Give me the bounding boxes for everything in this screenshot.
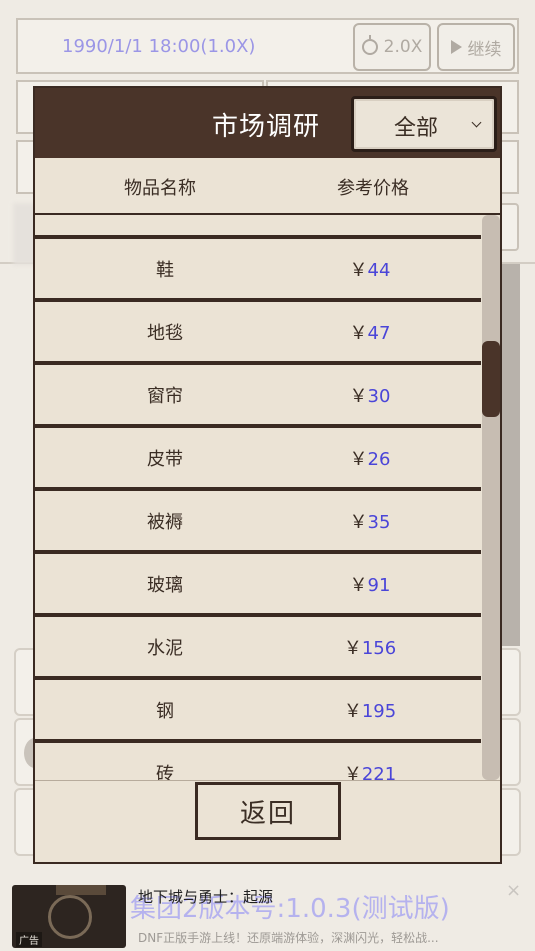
datetime-text: 1990/1/1 18:00(1.0X) [62,36,256,57]
ad-title[interactable]: 地下城与勇士：起源 [138,886,273,907]
ad-description[interactable]: DNF正版手游上线！还原端游体验，深渊闪光，轻松战... [138,929,439,946]
currency-symbol: ￥ [349,260,368,281]
dialog-title: 市场调研 [212,112,321,142]
item-name: 窗帘 [147,386,183,407]
item-price: ￥65 [295,215,445,219]
list-item[interactable]: 砖 ￥221 [35,740,481,780]
version-suffix: (测试版) [351,894,450,924]
scrollbar-thumb[interactable] [482,341,500,417]
item-price: ￥44 [295,256,445,282]
currency-symbol: ￥ [349,512,368,533]
category-filter-select[interactable]: 全部 [351,96,497,152]
currency-symbol: ￥ [349,323,368,344]
item-price: ￥221 [295,760,445,780]
item-price: ￥26 [295,445,445,471]
price-value: 44 [367,260,391,281]
currency-symbol: ￥ [343,764,362,780]
list-item[interactable]: 水泥 ￥156 [35,614,481,680]
price-value: 221 [361,764,397,780]
currency-symbol: ￥ [343,701,362,722]
item-name: 砖 [156,764,174,780]
speed-button[interactable]: 2.0X [353,23,431,71]
list-item[interactable]: 衬衫￥65 [35,215,481,239]
item-name: 衬衫 [35,215,295,219]
currency-symbol: ￥ [349,575,368,596]
version-number: 1.0.3 [285,894,352,924]
ad-emblem [48,895,92,939]
filter-value: 全部 [394,116,439,141]
currency-symbol: ￥ [343,638,362,659]
list-item[interactable]: 窗帘 ￥30 [35,362,481,428]
item-name: 钢 [156,701,174,722]
play-icon [450,40,462,54]
column-header-name: 物品名称 [124,178,196,199]
item-list-content: 衬衫￥65鞋￥44地毯￥47窗帘￥30皮带￥26被褥￥35玻璃￥91水泥￥156… [35,215,481,780]
item-price: ￥156 [295,634,445,660]
list-item[interactable]: 鞋 ￥44 [35,236,481,302]
stopwatch-icon [361,35,378,55]
item-list[interactable]: 衬衫￥65鞋￥44地毯￥47窗帘￥30皮带￥26被褥￥35玻璃￥91水泥￥156… [35,215,481,780]
dialog-header: 市场调研 全部 [35,88,500,158]
list-item[interactable]: 皮带 ￥26 [35,425,481,491]
list-item[interactable]: 被褥 ￥35 [35,488,481,554]
speed-label: 2.0X [383,37,423,57]
item-name: 鞋 [156,260,174,281]
list-item[interactable]: 钢 ￥195 [35,677,481,743]
price-value: 26 [367,449,391,470]
market-research-dialog: 市场调研 全部 物品名称 参考价格 衬衫￥65鞋￥44地毯￥47窗帘￥30皮带￥… [33,86,502,864]
price-value: 156 [361,638,397,659]
back-button[interactable]: 返回 [195,782,341,840]
item-name: 地毯 [147,323,183,344]
resume-label: 继续 [467,39,502,60]
column-header-price: 参考价格 [337,178,409,199]
datetime-bar: 1990/1/1 18:00(1.0X) 2.0X 继续 [16,18,519,74]
currency-symbol: ￥ [349,449,368,470]
item-name: 玻璃 [147,575,183,596]
item-name: 水泥 [147,638,183,659]
resume-button[interactable]: 继续 [437,23,515,71]
ad-tag: 广告 [16,932,42,947]
price-value: 35 [367,512,391,533]
item-price: ￥195 [295,697,445,723]
item-price: ￥35 [295,508,445,534]
list-item[interactable]: 地毯 ￥47 [35,299,481,365]
price-value: 91 [367,575,391,596]
scrollbar-track[interactable] [482,215,500,780]
price-value: 65 [368,215,391,218]
list-item[interactable]: 玻璃 ￥91 [35,551,481,617]
price-value: 195 [361,701,397,722]
ad-banner [56,885,106,895]
chevron-down-icon [471,117,482,128]
currency-symbol: ￥ [349,386,368,407]
footer-divider [35,780,500,781]
item-price: ￥30 [295,382,445,408]
item-name: 皮带 [147,449,183,470]
item-price: ￥47 [295,319,445,345]
item-price: ￥91 [295,571,445,597]
price-value: 30 [367,386,391,407]
close-icon[interactable]: × [506,880,521,901]
item-name: 被褥 [147,512,183,533]
price-value: 47 [367,323,391,344]
currency-symbol: ￥ [350,215,368,218]
